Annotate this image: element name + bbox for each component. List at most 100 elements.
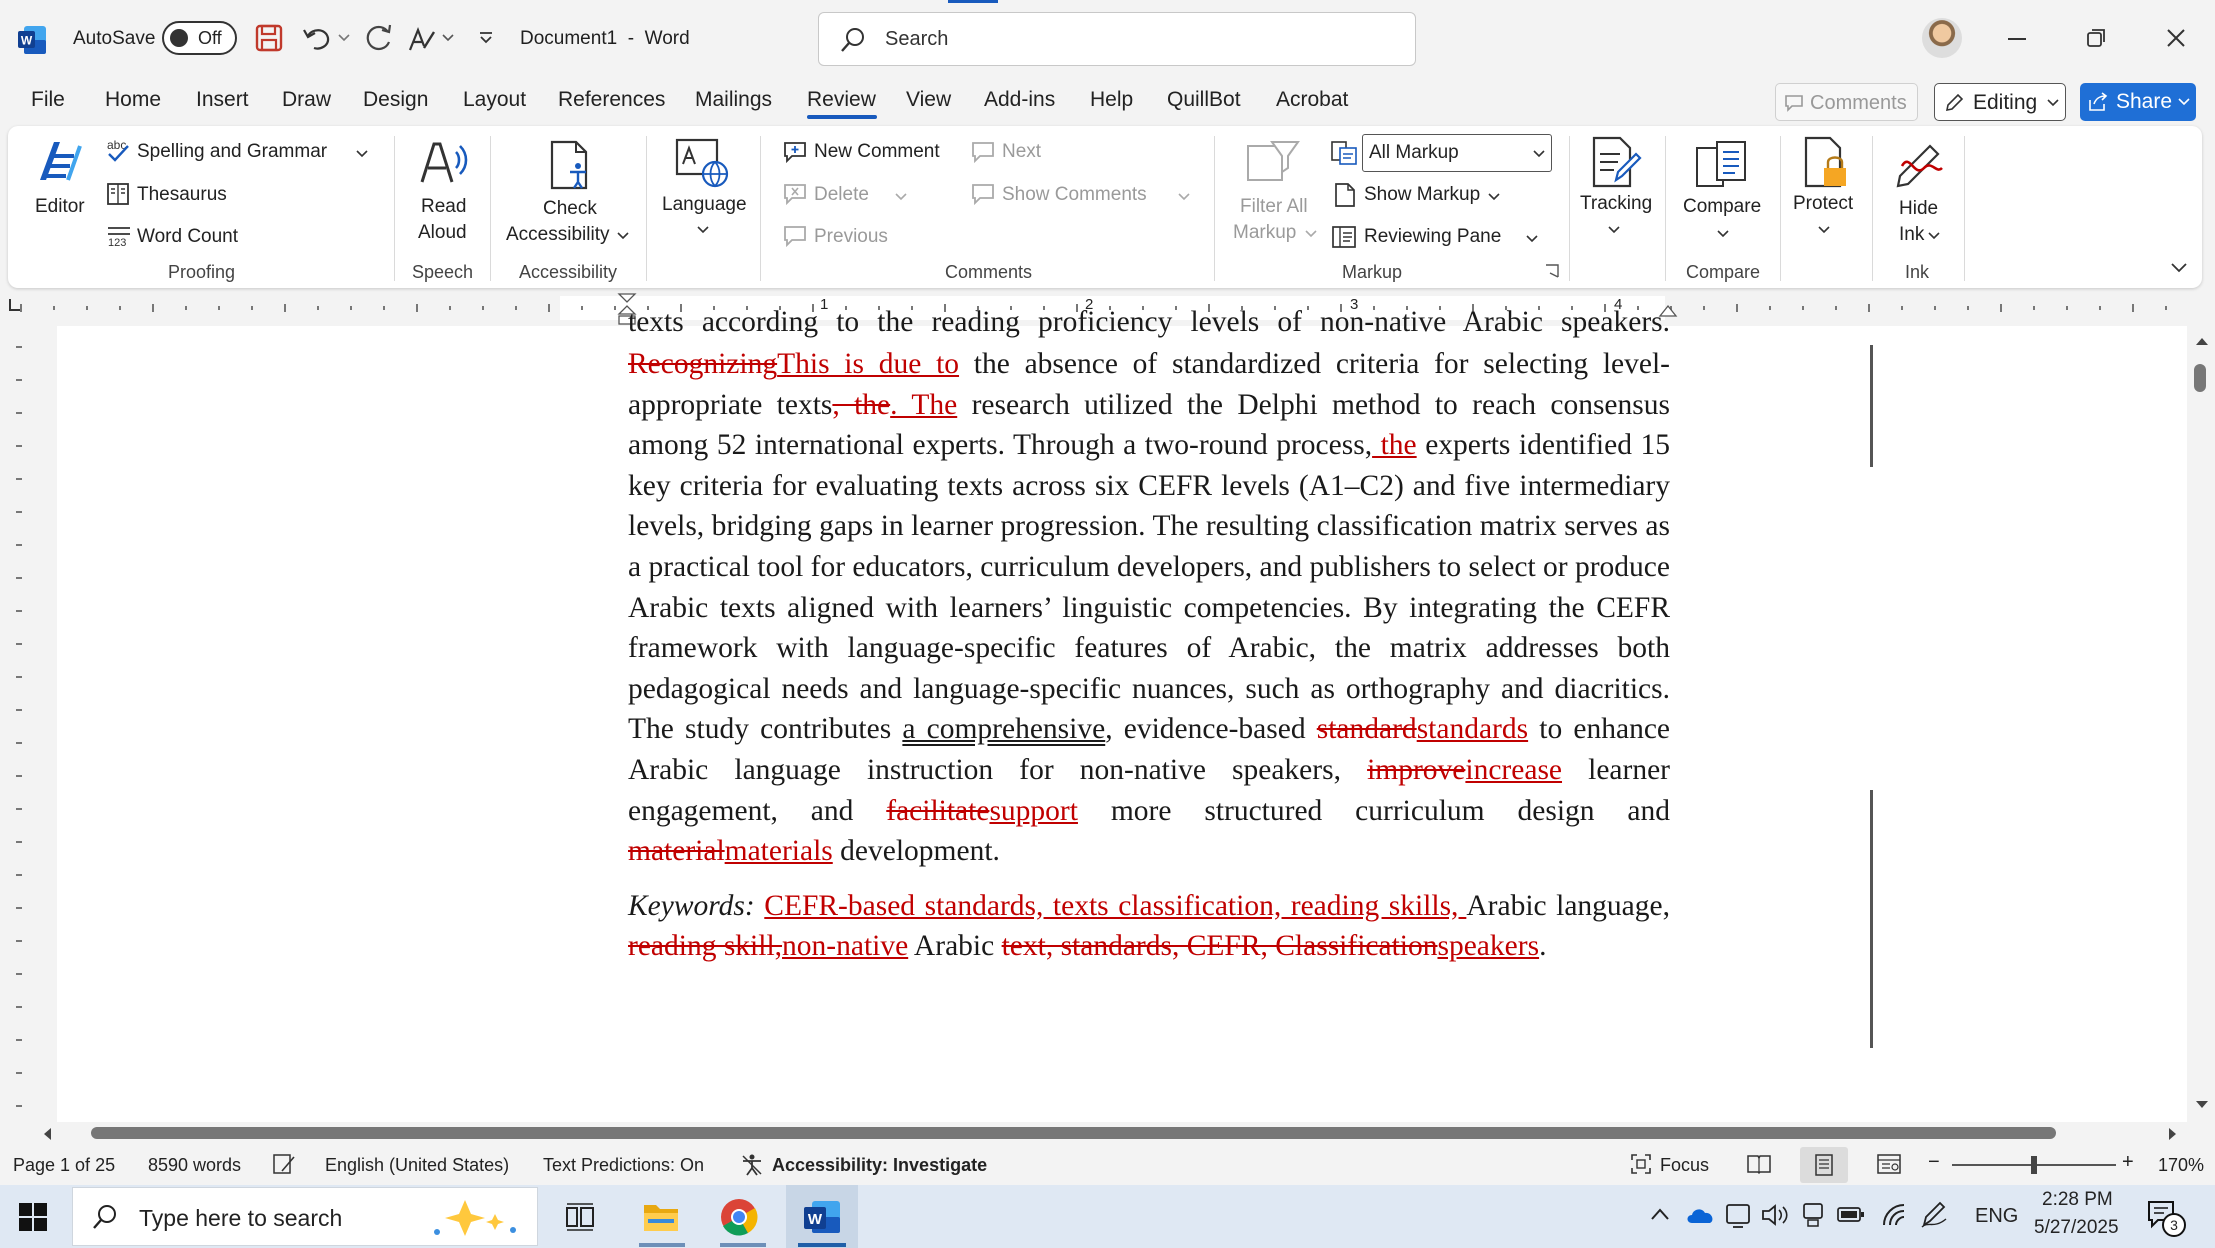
onedrive-icon[interactable] <box>1686 1205 1716 1225</box>
windows-start-icon[interactable] <box>18 1202 48 1232</box>
avatar[interactable] <box>1922 18 1962 58</box>
vertical-scrollbar[interactable] <box>2187 326 2215 1144</box>
scroll-down-icon[interactable] <box>2195 1100 2209 1110</box>
inserted-text[interactable]: the <box>1372 429 1417 461</box>
meet-icon[interactable] <box>1724 1201 1752 1229</box>
autosave-toggle[interactable]: Off <box>162 21 237 55</box>
chevron-down-icon[interactable] <box>1717 230 1729 238</box>
read-aloud-icon[interactable] <box>418 138 470 190</box>
vertical-ruler[interactable] <box>0 326 56 1144</box>
tab-quillbot[interactable]: QuillBot <box>1167 88 1241 112</box>
zoom-level[interactable]: 170% <box>2158 1155 2204 1176</box>
hide-ink-label-2[interactable]: Ink <box>1899 224 1924 246</box>
input-language[interactable]: ENG <box>1975 1205 2018 1228</box>
page-count[interactable]: Page 1 of 25 <box>13 1155 115 1176</box>
undo-icon[interactable] <box>300 22 334 54</box>
redo-icon[interactable] <box>362 22 396 54</box>
inserted-text[interactable]: CEFR-based standards, texts classificati… <box>764 890 1466 922</box>
tab-home[interactable]: Home <box>105 88 161 112</box>
filter-markup-label-1[interactable]: Filter All <box>1240 196 1308 218</box>
new-comment-button[interactable]: New Comment <box>814 141 940 163</box>
zoom-in-button[interactable]: + <box>2122 1151 2134 1174</box>
chevron-down-icon[interactable] <box>1178 193 1190 201</box>
chevron-down-icon[interactable] <box>1305 230 1317 238</box>
underlined-text[interactable]: a comprehensive <box>902 713 1105 745</box>
horizontal-scroll-thumb[interactable] <box>91 1127 2056 1139</box>
restore-icon[interactable] <box>2086 28 2106 48</box>
compare-button-label[interactable]: Compare <box>1683 196 1761 218</box>
filter-markup-icon[interactable] <box>1246 138 1302 188</box>
file-explorer-icon[interactable] <box>642 1199 680 1233</box>
protect-icon[interactable] <box>1802 136 1850 190</box>
editing-button[interactable]: Editing <box>1934 83 2066 121</box>
check-accessibility-label-1[interactable]: Check <box>543 198 597 220</box>
comments-button[interactable]: Comments <box>1775 83 1918 121</box>
tracking-button-label[interactable]: Tracking <box>1580 193 1652 215</box>
compare-icon[interactable] <box>1695 140 1749 190</box>
more-dropdown-icon[interactable] <box>442 34 454 42</box>
chevron-down-icon[interactable] <box>1526 235 1538 243</box>
task-view-icon[interactable] <box>564 1202 596 1232</box>
check-accessibility-icon[interactable] <box>548 140 596 192</box>
chevron-down-icon[interactable] <box>1608 226 1620 234</box>
copilot-sparkle-icon[interactable] <box>425 1196 525 1240</box>
next-comment-button[interactable]: Next <box>1002 141 1041 163</box>
abstract-paragraph[interactable]: RecognizingThis is due to the absence of… <box>628 344 1670 872</box>
format-painter-icon[interactable] <box>406 24 438 54</box>
clock-date[interactable]: 5/27/2025 <box>2034 1217 2119 1239</box>
zoom-slider[interactable] <box>1952 1156 2116 1174</box>
previous-comment-button[interactable]: Previous <box>814 226 888 248</box>
proofing-status-icon[interactable] <box>272 1153 296 1175</box>
chevron-down-icon[interactable] <box>895 193 907 201</box>
clock-time[interactable]: 2:28 PM <box>2042 1189 2113 1211</box>
inserted-text[interactable]: increase <box>1465 754 1562 786</box>
save-icon[interactable] <box>253 22 285 54</box>
zoom-slider-thumb[interactable] <box>2031 1156 2037 1174</box>
language-button-label[interactable]: Language <box>662 194 747 216</box>
text-predictions[interactable]: Text Predictions: On <box>543 1155 704 1176</box>
collapse-ribbon-icon[interactable] <box>2170 262 2188 274</box>
deleted-text[interactable]: Recognizing <box>628 348 777 380</box>
inserted-text[interactable]: speakers <box>1437 930 1539 962</box>
chevron-down-icon[interactable] <box>617 232 629 240</box>
thesaurus-button[interactable]: Thesaurus <box>137 184 227 206</box>
taskbar-search-box[interactable]: Type here to search <box>72 1187 538 1246</box>
wifi-icon[interactable] <box>1880 1201 1906 1227</box>
customize-toolbar-icon[interactable] <box>478 30 494 46</box>
deleted-text[interactable]: , the <box>832 389 890 421</box>
share-button[interactable]: Share <box>2080 83 2196 121</box>
reviewing-pane-button[interactable]: Reviewing Pane <box>1364 226 1501 248</box>
accessibility-status[interactable]: Accessibility: Investigate <box>772 1155 987 1176</box>
pen-icon[interactable] <box>1920 1199 1948 1229</box>
focus-label[interactable]: Focus <box>1660 1155 1709 1176</box>
battery-icon[interactable] <box>1836 1205 1866 1225</box>
scroll-up-icon[interactable] <box>2195 336 2209 346</box>
chevron-down-icon[interactable] <box>1928 232 1940 240</box>
zoom-out-button[interactable]: − <box>1928 1151 1940 1174</box>
tab-acrobat[interactable]: Acrobat <box>1276 88 1348 112</box>
undo-dropdown-icon[interactable] <box>338 34 350 42</box>
read-aloud-label-2[interactable]: Aloud <box>418 222 467 244</box>
word-taskbar-button[interactable]: W <box>786 1185 858 1248</box>
web-layout-icon[interactable] <box>1876 1153 1902 1175</box>
word-count-button[interactable]: Word Count <box>137 226 238 248</box>
deleted-text[interactable]: facilitate <box>886 795 989 827</box>
hide-ink-label-1[interactable]: Hide <box>1899 198 1938 220</box>
horizontal-scrollbar[interactable] <box>0 1122 2187 1144</box>
document-body[interactable]: texts according to the reading proficien… <box>628 310 1670 967</box>
tab-view[interactable]: View <box>906 88 951 112</box>
tab-design[interactable]: Design <box>363 88 428 112</box>
print-layout-button[interactable] <box>1800 1147 1848 1183</box>
chrome-icon[interactable] <box>720 1198 758 1236</box>
minimize-icon[interactable] <box>2008 38 2026 40</box>
inserted-text[interactable]: materials <box>725 835 833 867</box>
language-icon[interactable] <box>675 138 731 190</box>
scroll-left-icon[interactable] <box>42 1127 52 1141</box>
focus-icon[interactable] <box>1630 1153 1652 1175</box>
editor-icon[interactable] <box>34 136 86 188</box>
tab-insert[interactable]: Insert <box>196 88 249 112</box>
spelling-dropdown-icon[interactable] <box>356 150 368 158</box>
word-count[interactable]: 8590 words <box>148 1155 241 1176</box>
dialog-launcher-icon[interactable] <box>1545 264 1559 278</box>
read-mode-icon[interactable] <box>1746 1153 1772 1175</box>
